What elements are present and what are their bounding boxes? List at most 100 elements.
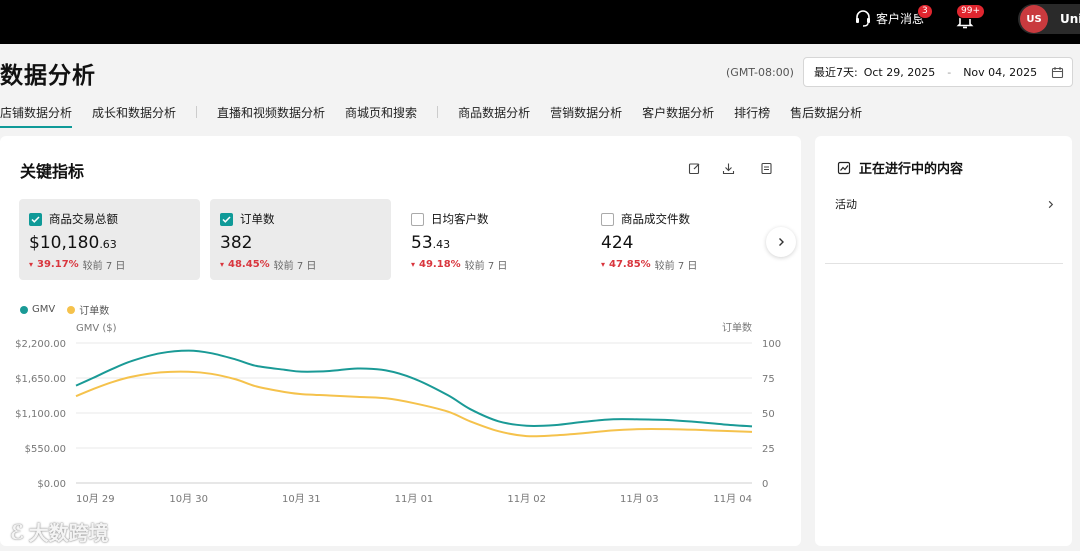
metric-change: 49.18%: [419, 259, 461, 270]
account-name: Unit: [1060, 12, 1080, 26]
down-arrow-icon: ▾: [220, 260, 225, 269]
tab-rankings[interactable]: 排行榜: [734, 100, 770, 126]
y-right-tick-label: 0: [762, 479, 768, 490]
x-tick-label: 10月 30: [169, 493, 208, 505]
key-metrics-card: 关键指标 商品交易总额 $10,180.63 ▾ 39.17% 较前 7 日 订单数…: [0, 136, 801, 546]
metric-label: 订单数: [240, 212, 275, 226]
download-button[interactable]: [722, 162, 735, 178]
tab-live-video-analysis[interactable]: 直播和视频数据分析: [217, 100, 325, 126]
y-right-tick-label: 100: [762, 339, 781, 350]
metric-label: 商品交易总额: [49, 212, 118, 226]
down-arrow-icon: ▾: [601, 260, 606, 269]
orders-checkbox[interactable]: [220, 212, 233, 226]
metric-value-decimal: .43: [432, 238, 451, 251]
metric-value: $10,180: [29, 233, 100, 253]
report-button[interactable]: [760, 162, 773, 178]
metric-compare: 较前 7 日: [273, 261, 317, 272]
activity-item[interactable]: 活动: [835, 196, 1055, 212]
account-menu[interactable]: US Unit: [1018, 4, 1080, 34]
metric-daily-customers[interactable]: 日均客户数 53.43 ▾ 49.18% 较前 7 日: [401, 199, 582, 280]
metric-change: 48.45%: [228, 259, 270, 270]
legend-item-gmv[interactable]: GMV: [20, 302, 55, 317]
tab-customer-analysis[interactable]: 客户数据分析: [642, 100, 714, 126]
chart-legend: GMV 订单数: [20, 302, 109, 317]
date-range-start: Oct 29, 2025: [863, 65, 936, 79]
y-right-tick-label: 25: [762, 444, 775, 455]
tab-store-analysis[interactable]: 店铺数据分析: [0, 100, 73, 128]
metric-compare: 较前 7 日: [654, 261, 698, 272]
down-arrow-icon: ▾: [29, 260, 34, 269]
customer-messages-button[interactable]: 客户消息: [854, 9, 924, 27]
y-left-tick-label: $2,200.00: [15, 339, 66, 350]
top-bar: 客户消息 3 99+ US Unit: [0, 0, 1080, 44]
gmv-orders-line-chart: GMV ($) 订单数 $0.00 0 $550.00 25 $1,100.00 50 $1…: [15, 321, 781, 505]
key-metrics-title: 关键指标: [20, 162, 85, 181]
x-tick-label: 11月 02: [507, 493, 546, 505]
metric-value-decimal: .63: [99, 238, 117, 251]
timezone-label: (GMT-08:00): [726, 66, 794, 79]
date-range-end: Nov 04, 2025: [963, 65, 1038, 79]
chevron-right-icon: [1048, 200, 1054, 208]
activity-label: 活动: [835, 198, 857, 211]
legend-label: GMV: [32, 304, 56, 315]
message-count-badge: 3: [917, 4, 933, 19]
metric-value: 53: [411, 233, 433, 253]
watermark: ℰ 大数跨境: [10, 517, 109, 546]
tab-marketing-analysis[interactable]: 营销数据分析: [550, 100, 622, 126]
tab-growth-analysis[interactable]: 成长和数据分析: [92, 100, 176, 126]
gmv-checkbox[interactable]: [29, 212, 42, 226]
metric-items-sold[interactable]: 商品成交件数 424 ▾ 47.85% 较前 7 日: [591, 199, 772, 280]
avatar: US: [1020, 5, 1048, 33]
notification-count-badge: 99+: [956, 4, 985, 19]
check-icon: [31, 215, 40, 223]
watermark-text: 大数跨境: [28, 521, 109, 545]
legend-item-orders[interactable]: 订单数: [67, 302, 109, 317]
down-arrow-icon: ▾: [411, 260, 416, 269]
series-line-gmv: [75, 349, 753, 428]
ongoing-content-title: 正在进行中的内容: [837, 158, 963, 177]
metric-gmv[interactable]: 商品交易总额 $10,180.63 ▾ 39.17% 较前 7 日: [19, 199, 200, 280]
ongoing-content-label: 正在进行中的内容: [859, 162, 964, 177]
tab-divider: [196, 106, 198, 118]
legend-label: 订单数: [79, 306, 110, 317]
daily-customers-checkbox[interactable]: [411, 212, 424, 226]
y-left-tick-label: $550.00: [25, 444, 66, 455]
edit-icon: [688, 163, 700, 175]
page-title: 数据分析: [0, 63, 96, 89]
tab-mall-search[interactable]: 商城页和搜索: [345, 100, 417, 126]
ongoing-content-card: 正在进行中的内容 活动: [815, 136, 1072, 546]
edit-button[interactable]: [688, 162, 701, 178]
metric-change: 39.17%: [37, 259, 79, 270]
y-left-tick-label: $0.00: [37, 479, 66, 490]
tab-after-sales-analysis[interactable]: 售后数据分析: [790, 100, 862, 126]
trend-chart-icon: [837, 161, 851, 174]
metric-label: 日均客户数: [431, 212, 489, 226]
y-right-tick-label: 75: [762, 374, 775, 385]
gmv-dot-icon: [20, 305, 28, 314]
tab-product-analysis[interactable]: 商品数据分析: [458, 100, 530, 126]
headset-icon: [856, 10, 870, 27]
document-icon: [761, 162, 772, 175]
date-range-picker[interactable]: 最近7天: Oct 29, 2025 - Nov 04, 2025: [803, 57, 1073, 87]
divider: [825, 263, 1063, 264]
metric-value: 424: [601, 233, 634, 253]
metric-compare: 较前 7 日: [82, 261, 126, 272]
x-tick-label: 11月 03: [620, 493, 659, 505]
watermark-logo-icon: ℰ: [10, 519, 25, 544]
metric-change: 47.85%: [609, 259, 651, 270]
y-left-tick-label: $1,100.00: [15, 409, 66, 420]
date-range-separator: -: [947, 65, 952, 79]
orders-dot-icon: [67, 305, 76, 314]
metric-label: 商品成交件数: [621, 212, 690, 226]
download-icon: [722, 163, 735, 175]
x-tick-label: 11月 01: [395, 493, 434, 505]
x-tick-label: 10月 31: [282, 493, 321, 505]
next-metrics-button[interactable]: [766, 227, 796, 257]
y-left-axis-title: GMV ($): [76, 323, 117, 334]
x-tick-label: 11月 04: [713, 493, 752, 505]
items-sold-checkbox[interactable]: [601, 212, 614, 226]
date-range-prefix: 最近7天:: [814, 66, 858, 79]
metric-orders[interactable]: 订单数 382 ▾ 48.45% 较前 7 日: [210, 199, 391, 280]
tab-divider: [437, 106, 439, 118]
analysis-tabs: 店铺数据分析 成长和数据分析 直播和视频数据分析 商城页和搜索 商品数据分析 营…: [0, 100, 882, 128]
